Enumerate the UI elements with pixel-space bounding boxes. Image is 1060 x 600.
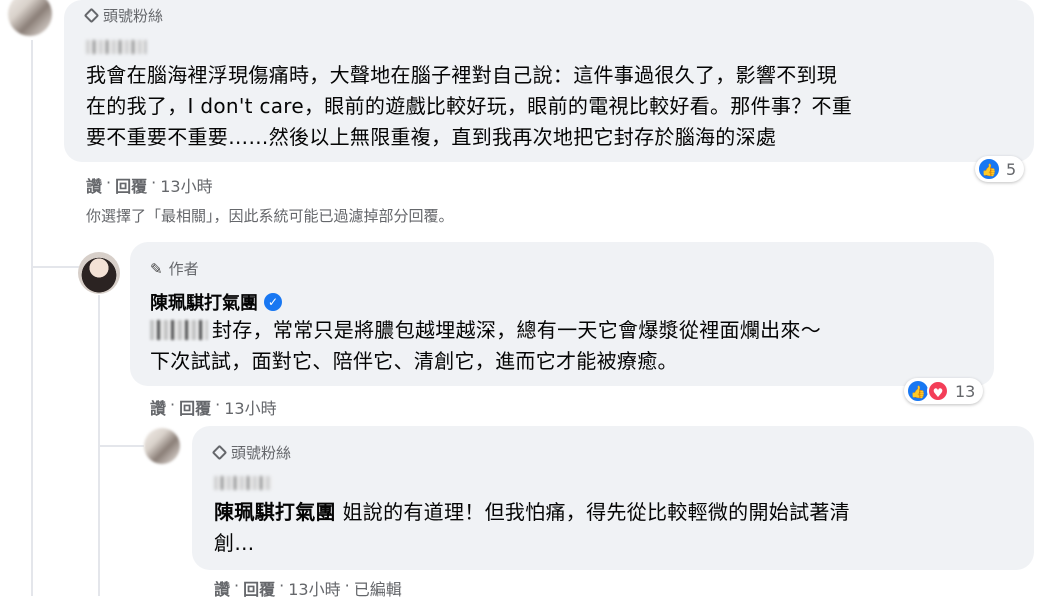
mention-link[interactable]: 陳珮騏打氣團: [214, 500, 336, 524]
reply-button[interactable]: 回覆: [243, 576, 275, 600]
blurred-commenter-name[interactable]: [214, 476, 272, 490]
reaction-summary[interactable]: 👍 5: [975, 156, 1025, 182]
timestamp[interactable]: 13小時: [224, 395, 276, 419]
diamond-icon: [211, 444, 228, 461]
comment-text: 我會在腦海裡浮現傷痛時，大聲地在腦子裡對自己說：這件事過很久了，影響不到現 在的…: [86, 63, 853, 149]
reaction-summary[interactable]: 👍 ♥ 13: [904, 378, 984, 404]
diamond-icon: [83, 7, 100, 24]
like-button[interactable]: 讚: [86, 173, 102, 197]
thread-line-reply-branch: [98, 445, 144, 447]
blurred-commenter-name[interactable]: [86, 40, 146, 54]
comment-text: 封存，常常只是將膿包越埋越深，總有一天它會爆漿從裡面爛出來～ 下次試試，面對它、…: [150, 318, 821, 373]
author-name[interactable]: 陳珮騏打氣團 ✓: [150, 289, 282, 315]
reply-button[interactable]: 回覆: [179, 395, 211, 419]
pen-icon: ✎: [150, 259, 163, 278]
thread-line-branch: [31, 266, 81, 268]
like-button[interactable]: 讚: [150, 395, 166, 419]
comment-actions: 讚 · 回覆 · 13小時 · 已編輯: [214, 576, 402, 600]
top-fan-badge: 頭號粉絲: [211, 442, 291, 463]
author-avatar[interactable]: [78, 252, 120, 294]
avatar[interactable]: [8, 0, 52, 36]
comment-actions: 讚 · 回覆 · 13小時: [86, 173, 213, 197]
reply-button[interactable]: 回覆: [115, 173, 147, 197]
filter-notice: 你選擇了「最相關」，因此系統可能已過濾掉部分回覆。: [86, 207, 454, 225]
avatar[interactable]: [144, 428, 180, 464]
like-reaction-icon: 👍: [907, 380, 929, 402]
timestamp[interactable]: 13小時: [160, 173, 212, 197]
author-badge: ✎ 作者: [150, 259, 199, 279]
blurred-mention[interactable]: [150, 320, 208, 340]
comment-actions: 讚 · 回覆 · 13小時: [150, 395, 277, 419]
thread-line-main: [31, 40, 33, 596]
like-reaction-icon: 👍: [978, 158, 1000, 180]
timestamp[interactable]: 13小時: [288, 576, 340, 600]
like-button[interactable]: 讚: [214, 576, 230, 600]
love-reaction-icon: ♥: [927, 380, 949, 402]
verified-icon: ✓: [264, 293, 282, 311]
edited-label: 已編輯: [353, 580, 402, 599]
top-fan-badge: 頭號粉絲: [83, 5, 163, 26]
comment-text: 陳珮騏打氣團 姐說的有道理！但我怕痛，得先從比較輕微的開始試著清 創…: [214, 500, 850, 555]
